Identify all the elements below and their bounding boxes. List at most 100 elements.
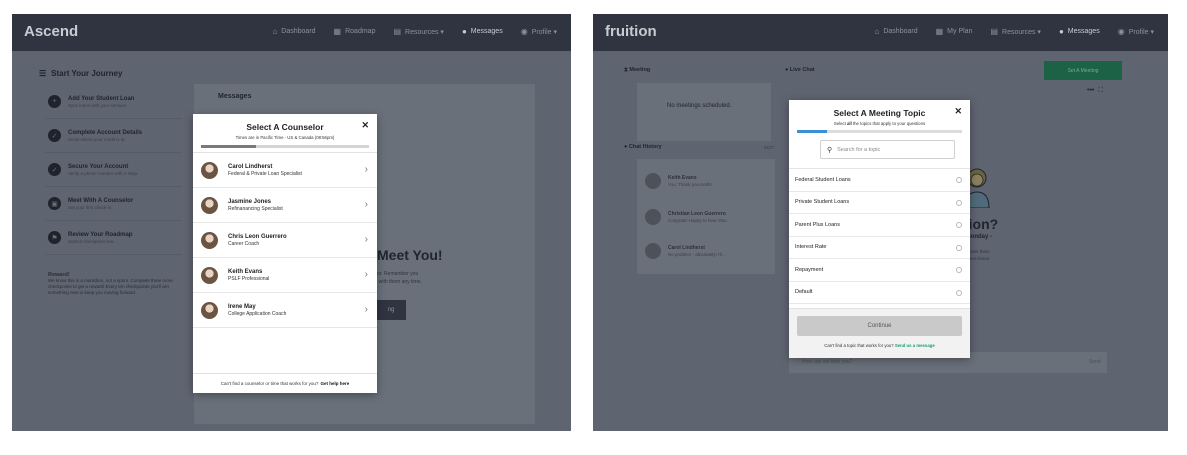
modal-header: Select A Meeting Topic Select all the to… [789, 100, 970, 136]
nav-item-profile[interactable]: ◉ Profile ▾ [1118, 27, 1154, 36]
counselor-text: Keith Evans PSLF Professional [228, 268, 269, 283]
journey-item[interactable]: ▣ Meet With A Counselor Set your first che… [45, 187, 182, 221]
check-icon: ✓ [48, 129, 61, 142]
journey-item-subtitle: Verify a phone number with 2-Step. [68, 170, 139, 176]
topic-label: Interest Rate [795, 244, 827, 251]
journey-item-title: Complete Account Details [68, 129, 143, 136]
counselor-row[interactable]: Chris Leon Guerrero Career Coach › [193, 223, 377, 258]
radio-button[interactable] [956, 267, 962, 273]
chat-history-item[interactable]: Carol Lindherst No problem - absolutely! … [645, 236, 726, 266]
counselor-text: Chris Leon Guerrero Career Coach [228, 233, 287, 248]
radio-button[interactable] [956, 244, 962, 251]
topic-row[interactable]: Private Student Loans [789, 192, 970, 214]
topic-row[interactable]: Interest Rate [789, 237, 970, 259]
counselor-row[interactable]: Irene May College Application Coach › [193, 293, 377, 328]
counselor-text: Carol Lindherst Federal & Private Loan Sp… [228, 163, 302, 178]
modal-title: Select A Counselor [246, 122, 324, 132]
user-icon: ◉ [1117, 27, 1125, 36]
nav-item-dashboard[interactable]: ⌂ Dashboard [272, 27, 315, 36]
chat-history-item[interactable]: Christian Leon Guerrero Congrats! Happy t… [645, 202, 730, 232]
topic-label: Federal Student Loans [795, 176, 851, 183]
topic-row[interactable]: Parent Plus Loans [789, 214, 970, 237]
modal-footer: Can't find a counselor or time that work… [193, 373, 377, 393]
radio-button[interactable] [956, 177, 962, 183]
journey-text: Review Your Roadmap Submit checkpoint one… [68, 231, 132, 245]
topic-label: Default [795, 289, 813, 296]
radio-button[interactable] [956, 289, 962, 296]
journey-item[interactable]: ✓ Secure Your Account Verify a phone numbe… [45, 153, 182, 187]
nav-item-resources[interactable]: ▤ Resources ▾ [393, 27, 443, 36]
send-button[interactable]: Send [1089, 359, 1101, 365]
journey-item-title: Secure Your Account [68, 163, 129, 170]
chat-preview: Congrats! Happy to hear that... [668, 217, 730, 223]
topic-row[interactable]: Repayment [789, 259, 970, 282]
more-options-icon[interactable]: ••• ⛶ [1087, 87, 1103, 95]
close-icon[interactable]: ✕ [361, 120, 369, 131]
chat-name: Keith Evans [668, 174, 697, 181]
counselor-name: Keith Evans [228, 268, 263, 275]
nav-item-profile[interactable]: ◉ Profile ▾ [521, 27, 557, 36]
chat-history-header: ● Chat History [624, 144, 662, 150]
book-icon: ▤ [990, 27, 999, 36]
nav-item-messages[interactable]: ● Messages [1059, 27, 1100, 36]
topic-search[interactable]: ⚲ [820, 140, 955, 159]
topic-row[interactable]: Federal Student Loans [789, 169, 970, 192]
brand-logo[interactable]: Ascend [24, 23, 78, 40]
get-help-link[interactable]: Get help here [320, 381, 349, 386]
radio-button[interactable] [956, 199, 962, 206]
journey-text: Complete Account Details Know where your … [68, 129, 142, 143]
counselor-role: PSLF Professional [228, 275, 270, 282]
counselor-row[interactable]: Keith Evans PSLF Professional › [193, 258, 377, 293]
journey-item-subtitle: Sync loans with your servicer. [68, 102, 128, 108]
calendar-icon: ▣ [48, 197, 61, 210]
brand-logo[interactable]: fruition [605, 23, 657, 40]
reward-box: Reward! We know this is a marathon, not … [48, 272, 180, 296]
nav-item-dashboard[interactable]: ⌂ Dashboard [875, 27, 918, 36]
chat-history-item[interactable]: Keith Evans You: Thank you Keith! [645, 166, 712, 196]
journey-item[interactable]: ✓ Complete Account Details Know where your… [45, 119, 182, 153]
counselor-text: Jasmine Jones Refinanancing Specialist [228, 198, 283, 213]
chat-preview: No problem - absolutely! I'll... [668, 251, 726, 257]
counselor-name: Jasmine Jones [228, 198, 272, 205]
chat-preview: You: Thank you Keith! [668, 181, 712, 187]
progress-bar [797, 130, 962, 133]
schedule-button[interactable]: ng [376, 300, 406, 320]
journey-item-title: Add Your Student Loan [68, 95, 135, 102]
set-meeting-button[interactable]: Set A Meeting [1044, 61, 1122, 80]
nav-item-roadmap[interactable]: ▦ Roadmap [334, 27, 376, 36]
continue-button[interactable]: Continue [797, 316, 962, 336]
nav-menu: ⌂ Dashboard ▦ My Plan ▤ Resources ▾ ● Messages ◉… [875, 27, 1154, 36]
topic-list: Federal Student Loans Private Student Loa… [789, 168, 970, 304]
topic-label: Repayment [795, 266, 824, 273]
journey-item-title: Meet With A Counselor [68, 197, 134, 204]
select-topic-modal: Select A Meeting Topic Select all the to… [789, 100, 970, 358]
radio-button[interactable] [956, 222, 962, 228]
counselor-row[interactable]: Carol Lindherst Federal & Private Loan Sp… [193, 153, 377, 188]
nav-menu: ⌂ Dashboard ▦ Roadmap ▤ Resources ▾ ● Messages ◉… [272, 27, 557, 36]
journey-text: Secure Your Account Verify a phone number… [68, 163, 138, 177]
journey-item[interactable]: + Add Your Student Loan Sync loans with yo… [45, 85, 182, 119]
search-input[interactable] [837, 146, 948, 153]
nav-label: Resources ▾ [1002, 28, 1041, 36]
counselor-name: Chris Leon Guerrero [228, 233, 287, 240]
nav-item-messages[interactable]: ● Messages [462, 27, 503, 36]
messages-title: Messages [218, 93, 252, 100]
chevron-right-icon: › [364, 304, 368, 315]
nav-item-my[interactable]: ▦ My Plan [936, 27, 973, 36]
send-message-link[interactable]: Send us a message [895, 343, 935, 348]
nav-label: Profile ▾ [1128, 28, 1154, 36]
map-icon: ▦ [333, 27, 342, 36]
counselor-name: Carol Lindherst [228, 163, 273, 170]
close-icon[interactable]: ✕ [954, 106, 962, 117]
counselor-row[interactable]: Jasmine Jones Refinanancing Specialist › [193, 188, 377, 223]
journey-text: Meet With A Counselor Set your first chec… [68, 197, 133, 211]
avatar [201, 231, 218, 249]
topic-row[interactable]: Default [789, 282, 970, 304]
edit-link[interactable]: EDIT [764, 145, 774, 150]
chevron-right-icon: › [364, 199, 368, 210]
journey-item[interactable]: ⚑ Review Your Roadmap Submit checkpoint on… [45, 221, 182, 255]
avatar [201, 196, 218, 214]
counselor-list: Carol Lindherst Federal & Private Loan Sp… [193, 152, 377, 328]
journey-item-subtitle: Submit checkpoint one. [68, 238, 115, 244]
nav-item-resources[interactable]: ▤ Resources ▾ [990, 27, 1040, 36]
